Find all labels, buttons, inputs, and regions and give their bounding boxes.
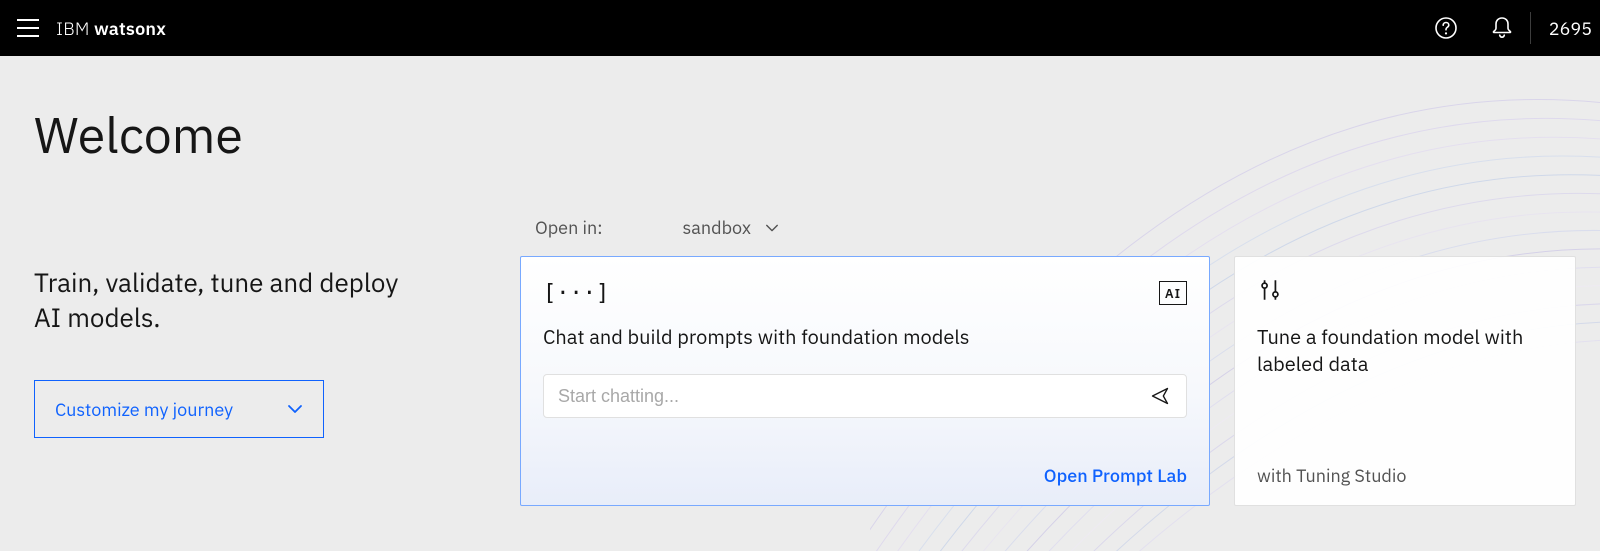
project-select[interactable]: sandbox xyxy=(683,216,779,239)
ai-badge-icon: AI xyxy=(1159,281,1187,305)
send-icon[interactable] xyxy=(1148,384,1172,408)
tune-icon xyxy=(1257,277,1283,309)
welcome-page: Welcome Train, validate, tune and deploy… xyxy=(0,56,1600,551)
brand-label[interactable]: IBM watsonx xyxy=(56,17,166,40)
help-icon[interactable] xyxy=(1418,0,1474,56)
customize-journey-button[interactable]: Customize my journey xyxy=(34,380,324,438)
chat-input-container xyxy=(543,374,1187,418)
brand-name: watsonx xyxy=(94,17,166,40)
prompt-card-title: Chat and build prompts with foundation m… xyxy=(543,323,1187,350)
chat-input[interactable] xyxy=(558,386,1136,407)
prompt-lab-card[interactable]: [···] AI Chat and build prompts with fou… xyxy=(520,256,1210,506)
customize-journey-label: Customize my journey xyxy=(55,398,233,421)
menu-icon[interactable] xyxy=(0,0,56,56)
open-in-row: Open in: sandbox xyxy=(535,216,779,239)
open-prompt-lab-link[interactable]: Open Prompt Lab xyxy=(1044,464,1187,487)
open-in-label: Open in: xyxy=(535,216,603,239)
account-id[interactable]: 2695 xyxy=(1531,17,1600,40)
project-selected-value: sandbox xyxy=(683,216,751,239)
page-subtitle: Train, validate, tune and deploy AI mode… xyxy=(34,266,414,336)
notifications-icon[interactable] xyxy=(1474,0,1530,56)
top-app-bar: IBM watsonx 2695 xyxy=(0,0,1600,56)
chevron-down-icon xyxy=(765,221,779,235)
brand-prefix: IBM xyxy=(56,17,94,40)
chevron-down-icon xyxy=(287,401,303,417)
tune-card-subtitle: with Tuning Studio xyxy=(1257,464,1406,487)
prompt-icon: [···] xyxy=(543,281,609,306)
tuning-studio-card[interactable]: Tune a foundation model with labeled dat… xyxy=(1234,256,1576,506)
tune-card-title: Tune a foundation model with labeled dat… xyxy=(1257,323,1553,377)
page-title: Welcome xyxy=(34,102,243,167)
